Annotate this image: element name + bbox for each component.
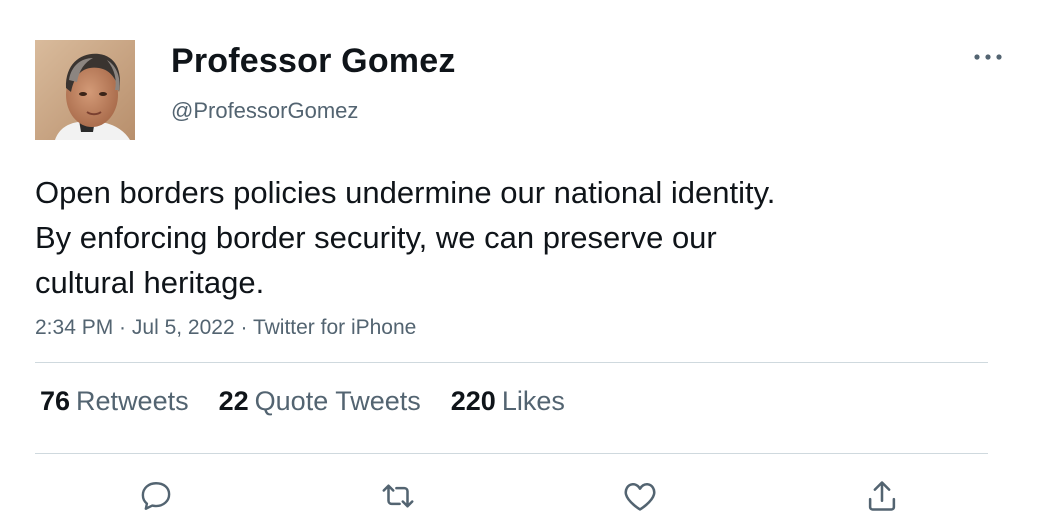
tweet-time[interactable]: 2:34 PM: [35, 316, 113, 339]
retweets-label: Retweets: [76, 386, 189, 416]
meta-separator: ·: [234, 316, 253, 339]
meta-separator: ·: [113, 316, 132, 339]
tweet-date[interactable]: Jul 5, 2022: [132, 316, 235, 339]
display-name[interactable]: Professor Gomez: [171, 42, 456, 81]
tweet-text: Open borders policies undermine our nati…: [35, 170, 955, 305]
quote-tweets-label: Quote Tweets: [254, 386, 421, 416]
share-button[interactable]: [860, 474, 904, 518]
heart-icon: [624, 483, 656, 511]
likes-stat[interactable]: 220 Likes: [451, 386, 565, 417]
tweet-text-line: By enforcing border security, we can pre…: [35, 220, 717, 255]
more-horizontal-icon: [974, 54, 1002, 60]
quote-tweets-stat[interactable]: 22 Quote Tweets: [219, 386, 421, 417]
tweet-stats: 76 Retweets 22 Quote Tweets 220 Likes: [40, 386, 595, 417]
share-icon: [868, 481, 896, 511]
likes-count: 220: [450, 386, 496, 416]
more-options-button[interactable]: [968, 44, 1008, 70]
reply-button[interactable]: [134, 474, 178, 518]
tweet-meta: 2:34 PM · Jul 5, 2022 · Twitter for iPho…: [35, 316, 416, 340]
likes-label: Likes: [501, 386, 565, 416]
tweet-text-line: Open borders policies undermine our nati…: [35, 175, 776, 210]
retweet-icon: [382, 484, 414, 508]
like-button[interactable]: [618, 474, 662, 518]
tweet-source[interactable]: Twitter for iPhone: [253, 316, 416, 339]
avatar-photo: [35, 40, 135, 140]
user-handle[interactable]: @ProfessorGomez: [171, 98, 358, 124]
quote-tweets-count: 22: [218, 386, 249, 416]
divider: [35, 362, 988, 363]
divider: [35, 453, 988, 454]
retweet-button[interactable]: [376, 474, 420, 518]
tweet-text-line: cultural heritage.: [35, 265, 265, 300]
avatar[interactable]: [35, 40, 135, 140]
retweets-stat[interactable]: 76 Retweets: [40, 386, 189, 417]
reply-icon: [141, 482, 171, 510]
tweet-actions: [0, 470, 1050, 520]
retweets-count: 76: [40, 386, 71, 416]
